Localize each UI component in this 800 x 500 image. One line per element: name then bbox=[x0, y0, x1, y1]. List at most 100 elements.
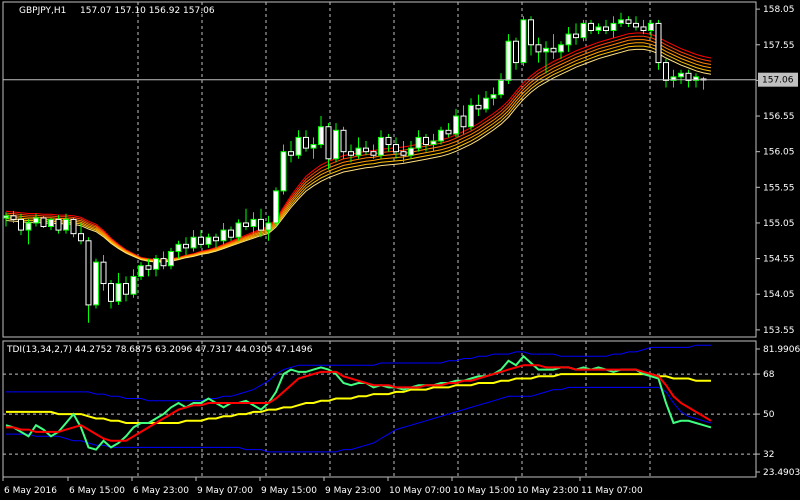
candle-body bbox=[108, 283, 114, 302]
candle-body bbox=[393, 144, 399, 153]
candle-body bbox=[460, 115, 467, 128]
candle-body bbox=[400, 151, 407, 156]
time-axis-label: 10 May 15:00 bbox=[453, 486, 515, 496]
candle-body bbox=[78, 233, 84, 242]
time-axis-label: 9 May 15:00 bbox=[261, 486, 317, 496]
candle-body bbox=[168, 250, 174, 267]
candle-body bbox=[70, 218, 77, 235]
time-axis-label: 9 May 07:00 bbox=[197, 486, 253, 496]
candle-body bbox=[333, 129, 339, 160]
candle-body bbox=[303, 136, 309, 149]
candle-body bbox=[550, 47, 557, 53]
candle-body bbox=[370, 151, 377, 156]
candle-body bbox=[145, 265, 152, 270]
candle-body bbox=[280, 151, 287, 192]
candle-body bbox=[580, 22, 587, 39]
price-axis-label: 157.55 bbox=[763, 41, 795, 51]
candle-body bbox=[25, 222, 32, 231]
candle-body bbox=[468, 104, 474, 128]
time-axis-label: 6 May 15:00 bbox=[69, 486, 125, 496]
candle-body bbox=[243, 222, 249, 228]
candle-body bbox=[625, 19, 632, 24]
candle-body bbox=[430, 140, 437, 146]
tdi-axis-label: 50 bbox=[763, 410, 775, 420]
candle-body bbox=[588, 22, 594, 32]
candle-body bbox=[93, 261, 99, 306]
candle-body bbox=[558, 44, 564, 53]
candle-body bbox=[3, 215, 9, 219]
price-axis-label: 158.05 bbox=[763, 5, 795, 15]
candle-body bbox=[310, 144, 317, 149]
candle-body bbox=[85, 240, 92, 306]
candle-body bbox=[618, 19, 624, 24]
candle-body bbox=[250, 218, 257, 228]
candle-body bbox=[363, 147, 369, 153]
ohlc-values: 157.07 157.10 156.92 157.06 bbox=[80, 6, 215, 16]
price-axis-label: 155.55 bbox=[763, 183, 795, 193]
candle-body bbox=[325, 126, 332, 160]
candle-body bbox=[348, 151, 354, 156]
candle-body bbox=[445, 129, 452, 135]
price-axis-label: 154.05 bbox=[763, 290, 795, 300]
candle-body bbox=[573, 33, 579, 39]
candle-body bbox=[220, 229, 227, 242]
candle-body bbox=[198, 236, 204, 245]
candle-body bbox=[18, 218, 24, 231]
candle-body bbox=[10, 215, 17, 220]
candle-body bbox=[565, 33, 572, 46]
candle-body bbox=[33, 217, 39, 224]
tdi-axis-label: 23.4903 bbox=[763, 468, 800, 478]
time-axis-label: 9 May 23:00 bbox=[325, 486, 381, 496]
candle-body bbox=[483, 97, 489, 110]
candle-body bbox=[130, 275, 137, 295]
candle-body bbox=[340, 129, 347, 153]
candle-body bbox=[415, 136, 422, 149]
candle-body bbox=[655, 22, 662, 64]
current-price-tag-text: 157.06 bbox=[762, 76, 794, 86]
candle-body bbox=[385, 136, 392, 146]
candle-body bbox=[505, 40, 512, 81]
candle-body bbox=[123, 283, 129, 295]
price-axis-label: 155.05 bbox=[763, 219, 795, 229]
candle-body bbox=[63, 218, 69, 231]
time-axis-label: 6 May 2016 bbox=[4, 486, 57, 496]
candle-body bbox=[288, 151, 294, 156]
candle-body bbox=[453, 115, 459, 135]
candle-body bbox=[190, 236, 197, 249]
price-axis-label: 156.05 bbox=[763, 148, 795, 158]
candle-body bbox=[183, 243, 189, 249]
candle-body bbox=[205, 236, 212, 245]
candle-body bbox=[528, 19, 534, 46]
time-axis-label: 11 May 07:00 bbox=[581, 486, 643, 496]
candle-body bbox=[40, 217, 47, 228]
symbol-label: GBPJPY,H1 bbox=[19, 6, 66, 16]
candle-body bbox=[318, 126, 324, 146]
candle-body bbox=[48, 218, 54, 228]
candle-body bbox=[153, 258, 159, 270]
candle-body bbox=[235, 222, 242, 238]
candle-body bbox=[295, 136, 302, 156]
candle-body bbox=[265, 222, 272, 231]
candle-body bbox=[520, 19, 527, 64]
candle-body bbox=[55, 218, 62, 231]
candle-body bbox=[603, 26, 609, 32]
candle-body bbox=[228, 229, 234, 238]
candle-body bbox=[408, 147, 414, 156]
time-axis-label: 10 May 23:00 bbox=[517, 486, 579, 496]
candle-body bbox=[213, 236, 219, 242]
candle-body bbox=[535, 44, 542, 53]
candle-body bbox=[648, 22, 654, 32]
candle-body bbox=[423, 136, 429, 146]
time-axis-label: 6 May 23:00 bbox=[133, 486, 189, 496]
candle-body bbox=[273, 190, 279, 224]
candle-body bbox=[498, 79, 504, 96]
candle-body bbox=[175, 243, 182, 252]
candle-body bbox=[640, 26, 647, 32]
chart-canvas[interactable]: 158.05157.55157.05156.55156.05155.55155.… bbox=[0, 0, 800, 500]
tdi-axis-label: 81.9906 bbox=[763, 345, 800, 355]
candle-body bbox=[438, 129, 444, 142]
candle-body bbox=[610, 22, 617, 32]
candle-body bbox=[543, 47, 549, 53]
candle-body bbox=[513, 40, 519, 64]
candle-body bbox=[663, 62, 669, 81]
